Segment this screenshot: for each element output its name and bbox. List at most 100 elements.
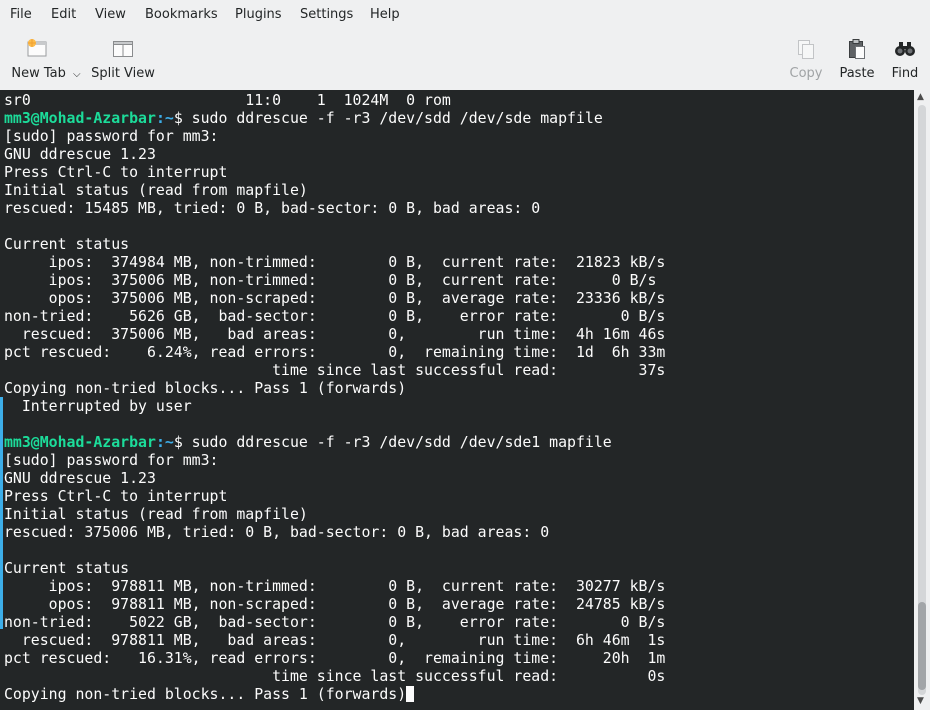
- menu-settings[interactable]: Settings: [300, 7, 353, 22]
- prompt-line: mm3@Mohad-Azarbar:~$ sudo ddrescue -f -r…: [4, 433, 665, 451]
- terminal-line: non-tried: 5022 GB, bad-sector: 0 B, err…: [4, 613, 665, 631]
- prompt-line: mm3@Mohad-Azarbar:~$ sudo ddrescue -f -r…: [4, 109, 665, 127]
- terminal-line: Copying non-tried blocks... Pass 1 (forw…: [4, 685, 665, 703]
- terminal-line: [sudo] password for mm3:: [4, 451, 665, 469]
- menu-plugins[interactable]: Plugins: [235, 7, 282, 22]
- terminal-line: rescued: 375006 MB, bad areas: 0, run ti…: [4, 325, 665, 343]
- line-text: Press Ctrl-C to interrupt: [4, 487, 228, 505]
- line-text: GNU ddrescue 1.23: [4, 145, 156, 163]
- line-text: opos: 375006 MB, non-scraped: 0 B, avera…: [4, 289, 666, 307]
- line-text: ipos: 375006 MB, non-trimmed: 0 B, curre…: [4, 271, 657, 289]
- text-cursor: [406, 686, 415, 702]
- menu-edit[interactable]: Edit: [51, 7, 76, 22]
- terminal-line: non-tried: 5626 GB, bad-sector: 0 B, err…: [4, 307, 665, 325]
- line-text: rescued: 375006 MB, tried: 0 B, bad-sect…: [4, 523, 550, 541]
- line-text: non-tried: 5022 GB, bad-sector: 0 B, err…: [4, 613, 666, 631]
- line-text: $ sudo ddrescue -f -r3 /dev/sdd /dev/sde…: [173, 109, 603, 127]
- toolbar: New Tab ⌵ Split View Copy Paste Find: [0, 30, 930, 90]
- terminal-line: rescued: 375006 MB, tried: 0 B, bad-sect…: [4, 523, 665, 541]
- terminal-view[interactable]: sr0 11:0 1 1024M 0 rom mm3@Mohad-Azarbar:…: [0, 90, 914, 710]
- new-tab-button[interactable]: New Tab ⌵: [4, 30, 88, 88]
- paste-button[interactable]: Paste: [836, 30, 878, 88]
- menu-bookmarks[interactable]: Bookmarks: [145, 7, 218, 22]
- terminal-line: pct rescued: 16.31%, read errors: 0, rem…: [4, 649, 665, 667]
- line-text: [sudo] password for mm3:: [4, 451, 219, 469]
- terminal-line: Initial status (read from mapfile): [4, 505, 665, 523]
- line-text: pct rescued: 16.31%, read errors: 0, rem…: [4, 649, 666, 667]
- line-text: [sudo] password for mm3:: [4, 127, 219, 145]
- copy-button[interactable]: Copy: [786, 30, 826, 88]
- line-text: Interrupted by user: [4, 397, 192, 415]
- terminal-line: sr0 11:0 1 1024M 0 rom: [4, 91, 665, 109]
- find-label: Find: [891, 66, 919, 81]
- prompt-path: :~: [155, 433, 174, 451]
- line-text: $ sudo ddrescue -f -r3 /dev/sdd /dev/sde…: [173, 433, 612, 451]
- terminal-line: time since last successful read: 37s: [4, 361, 665, 379]
- line-text: time since last successful read: 37s: [4, 361, 666, 379]
- copy-icon: [798, 40, 814, 59]
- line-text: rescued: 978811 MB, bad areas: 0, run ti…: [4, 631, 666, 649]
- prompt-user: mm3@Mohad-Azarbar: [4, 109, 156, 127]
- scroll-down-icon[interactable]: ▼: [917, 696, 924, 706]
- line-text: [4, 415, 13, 433]
- line-text: Current status: [4, 235, 130, 253]
- copy-label: Copy: [789, 66, 823, 81]
- paste-label: Paste: [839, 66, 875, 81]
- split-view-icon: [113, 41, 133, 57]
- terminal-line: pct rescued: 6.24%, read errors: 0, rema…: [4, 343, 665, 361]
- terminal-line: Press Ctrl-C to interrupt: [4, 487, 665, 505]
- menu-view[interactable]: View: [95, 7, 126, 22]
- line-text: sr0 11:0 1 1024M 0 rom: [4, 91, 451, 109]
- terminal-line: rescued: 15485 MB, tried: 0 B, bad-secto…: [4, 199, 665, 217]
- line-text: Current status: [4, 559, 130, 577]
- menu-help[interactable]: Help: [370, 7, 400, 22]
- terminal-line: [4, 541, 665, 559]
- split-view-button[interactable]: Split View: [90, 30, 156, 88]
- line-text: Initial status (read from mapfile): [4, 505, 308, 523]
- terminal-line: GNU ddrescue 1.23: [4, 469, 665, 487]
- line-text: Press Ctrl-C to interrupt: [4, 163, 228, 181]
- selection-marker: [0, 397, 3, 629]
- split-view-label: Split View: [91, 66, 155, 81]
- scroll-up-icon[interactable]: ▲: [917, 92, 924, 102]
- terminal-line: [4, 415, 665, 433]
- line-text: Initial status (read from mapfile): [4, 181, 308, 199]
- terminal-line: ipos: 374984 MB, non-trimmed: 0 B, curre…: [4, 253, 666, 271]
- find-button[interactable]: Find: [886, 30, 924, 88]
- line-text: [4, 217, 13, 235]
- terminal-line: Press Ctrl-C to interrupt: [4, 163, 665, 181]
- terminal-line: opos: 978811 MB, non-scraped: 0 B, avera…: [4, 595, 666, 613]
- prompt-path: :~: [155, 109, 174, 127]
- menu-file[interactable]: File: [10, 7, 32, 22]
- terminal-line: GNU ddrescue 1.23: [4, 145, 665, 163]
- line-text: GNU ddrescue 1.23: [4, 469, 156, 487]
- terminal-line: opos: 375006 MB, non-scraped: 0 B, avera…: [4, 289, 666, 307]
- line-text: opos: 978811 MB, non-scraped: 0 B, avera…: [4, 595, 666, 613]
- line-text: time since last successful read: 0s: [4, 667, 666, 685]
- terminal-output: sr0 11:0 1 1024M 0 rom mm3@Mohad-Azarbar:…: [4, 91, 665, 703]
- binoculars-icon: [895, 42, 915, 56]
- new-tab-label: New Tab ⌵: [11, 66, 81, 81]
- terminal-line: Interrupted by user: [4, 397, 665, 415]
- chevron-down-icon: ⌵: [73, 69, 81, 80]
- line-text: Copying non-tried blocks... Pass 1 (forw…: [4, 685, 407, 703]
- terminal-line: rescued: 978811 MB, bad areas: 0, run ti…: [4, 631, 665, 649]
- terminal-line: ipos: 978811 MB, non-trimmed: 0 B, curre…: [4, 577, 666, 595]
- new-tab-icon: [27, 39, 47, 57]
- terminal-line: [4, 217, 665, 235]
- terminal-line: time since last successful read: 0s: [4, 667, 665, 685]
- terminal-line: Initial status (read from mapfile): [4, 181, 665, 199]
- terminal-line: Current status: [4, 559, 665, 577]
- terminal-line: Current status: [4, 235, 665, 253]
- vertical-scrollbar[interactable]: ▲ ▼: [914, 90, 930, 710]
- line-text: [4, 541, 13, 559]
- line-text: non-tried: 5626 GB, bad-sector: 0 B, err…: [4, 307, 666, 325]
- line-text: pct rescued: 6.24%, read errors: 0, rema…: [4, 343, 666, 361]
- paste-icon: [849, 39, 865, 59]
- line-text: rescued: 375006 MB, bad areas: 0, run ti…: [4, 325, 666, 343]
- line-text: ipos: 978811 MB, non-trimmed: 0 B, curre…: [4, 577, 666, 595]
- line-text: rescued: 15485 MB, tried: 0 B, bad-secto…: [4, 199, 541, 217]
- scrollbar-thumb[interactable]: [918, 602, 926, 690]
- line-text: ipos: 374984 MB, non-trimmed: 0 B, curre…: [4, 253, 666, 271]
- terminal-line: Copying non-tried blocks... Pass 1 (forw…: [4, 379, 665, 397]
